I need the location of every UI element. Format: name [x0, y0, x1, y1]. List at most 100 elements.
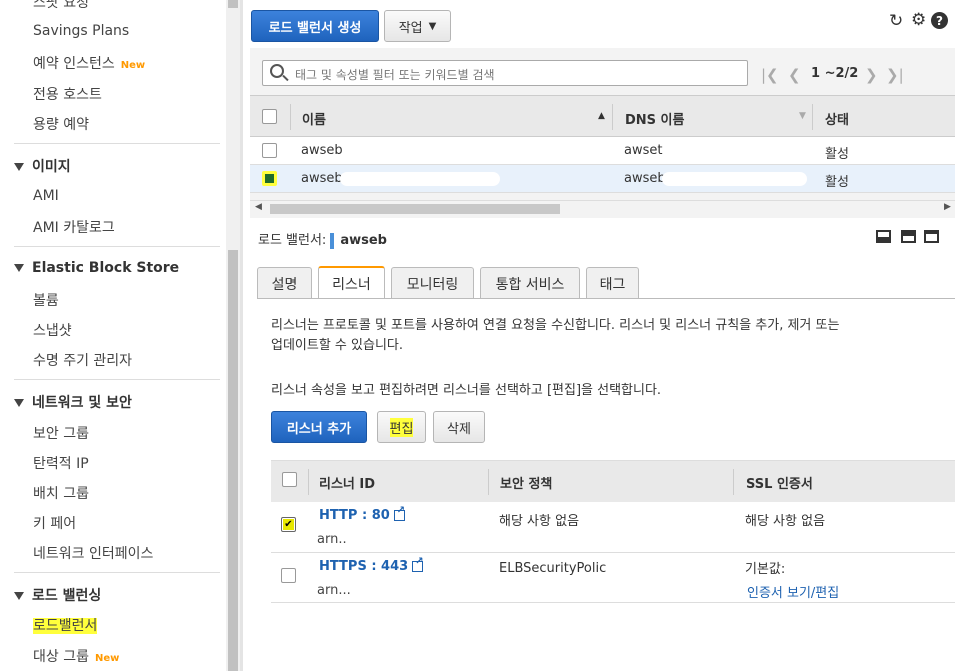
listener-id-link[interactable]: HTTP : 80 [319, 505, 405, 523]
detail-title: 로드 밸런서: awseb [258, 229, 387, 249]
sidebar-item-lifecycle-manager[interactable]: 수명 주기 관리자 [33, 350, 132, 370]
sort-icon[interactable]: ▼ [799, 111, 806, 121]
tab-tags[interactable]: 태그 [586, 267, 639, 299]
select-all-checkbox[interactable] [262, 109, 277, 124]
row-checkbox[interactable] [281, 568, 296, 583]
sidebar-item-key-pairs[interactable]: 키 페어 [33, 513, 76, 533]
sidebar-item-security-groups[interactable]: 보안 그룹 [33, 423, 89, 443]
actions-dropdown-button[interactable]: 작업 ▼ [384, 10, 451, 42]
column-divider [733, 469, 734, 495]
listener-id-link[interactable]: HTTPS : 443 [319, 556, 424, 574]
table-row[interactable]: ✔ HTTP : 80 arn.. 해당 사항 없음 해당 사항 없음 [271, 502, 955, 553]
first-page-icon[interactable]: |❮ [761, 66, 779, 84]
layout-split-icon[interactable] [901, 230, 916, 243]
new-badge: New [120, 60, 146, 71]
listener-id: HTTPS : 443 [319, 559, 409, 574]
section-label: 이미지 [32, 159, 71, 175]
ssl-certificate: 기본값: [745, 562, 786, 577]
sort-asc-icon[interactable]: ▲ [598, 111, 605, 121]
scrollbar-thumb[interactable] [270, 204, 560, 214]
prev-page-icon[interactable]: ❮ [788, 66, 801, 84]
sidebar-scrollbar-thumb[interactable] [228, 250, 238, 671]
scroll-right-icon[interactable]: ▶ [944, 202, 951, 212]
sidebar-section-load-balancing[interactable]: 로드 밸런싱 [14, 585, 101, 605]
row-checkbox[interactable] [262, 171, 277, 186]
listener-arn: arn... [317, 583, 351, 598]
row-checkbox[interactable] [262, 143, 277, 158]
lb-dns: awset [624, 143, 663, 158]
sidebar-item-load-balancers[interactable]: 로드밸런서 [33, 615, 98, 635]
refresh-icon[interactable]: ↻ [889, 11, 903, 31]
table-row[interactable]: awseb awset 활성 [250, 137, 955, 165]
column-header-dns[interactable]: DNS 이름 [625, 109, 684, 128]
horizontal-scrollbar[interactable]: ◀ ▶ [250, 200, 955, 216]
delete-button[interactable]: 삭제 [433, 411, 485, 443]
scrollbar-arrow[interactable] [228, 0, 238, 8]
ssl-certificate: 해당 사항 없음 [745, 514, 826, 529]
column-header-state[interactable]: 상태 [825, 109, 849, 128]
column-header-ssl-cert[interactable]: SSL 인증서 [746, 473, 813, 492]
tab-monitoring[interactable]: 모니터링 [391, 267, 474, 299]
row-checkbox[interactable]: ✔ [281, 517, 296, 532]
add-listener-button[interactable]: 리스너 추가 [271, 411, 367, 443]
sidebar-item-label: 예약 인스턴스 [33, 56, 115, 72]
sidebar-item-placement-groups[interactable]: 배치 그룹 [33, 483, 89, 503]
lb-state: 활성 [825, 147, 849, 162]
tab-integrated-services[interactable]: 통합 서비스 [480, 267, 580, 299]
sidebar-item-ami-catalog[interactable]: AMI 카탈로그 [33, 217, 115, 237]
lb-name: awseb [301, 143, 343, 158]
sidebar-item-ami[interactable]: AMI [33, 188, 59, 204]
sidebar-item-reserved-instances[interactable]: 예약 인스턴스 New [33, 53, 145, 73]
sidebar-item-spot-requests[interactable]: 스팟 요청 [33, 0, 89, 12]
column-divider [308, 469, 309, 495]
sidebar-item-target-groups[interactable]: 대상 그룹 New [33, 646, 119, 666]
listener-id: HTTP : 80 [319, 508, 390, 523]
tab-description[interactable]: 설명 [257, 267, 312, 299]
caret-down-icon [14, 163, 24, 171]
sidebar-item-elastic-ips[interactable]: 탄력적 IP [33, 453, 89, 473]
table-row[interactable]: HTTPS : 443 arn... ELBSecurityPolic 기본값:… [271, 553, 955, 603]
select-all-checkbox[interactable] [282, 472, 297, 487]
column-header-name[interactable]: 이름 [302, 109, 326, 128]
column-divider [612, 104, 613, 130]
tab-listeners[interactable]: 리스너 [318, 266, 385, 299]
help-icon[interactable]: ? [931, 12, 948, 29]
caret-down-icon [14, 592, 24, 600]
sidebar-item-label: 로드밸런서 [33, 618, 98, 634]
sidebar-section-network[interactable]: 네트워크 및 보안 [14, 392, 132, 412]
create-load-balancer-button[interactable]: 로드 밸런서 생성 [251, 10, 379, 42]
gear-icon[interactable]: ⚙ [911, 10, 926, 30]
lb-name: awseb [301, 171, 343, 186]
sidebar-item-volumes[interactable]: 볼륨 [33, 290, 59, 310]
next-page-icon[interactable]: ❯ [865, 66, 878, 84]
table-header: 이름 ▲ DNS 이름 ▼ 상태 [250, 95, 955, 137]
sidebar-item-network-interfaces[interactable]: 네트워크 인터페이스 [33, 543, 153, 563]
external-link-icon [412, 556, 424, 572]
section-label: 로드 밸런싱 [32, 588, 102, 604]
sidebar-item-dedicated-hosts[interactable]: 전용 호스트 [33, 84, 102, 104]
last-page-icon[interactable]: ❯| [886, 66, 904, 84]
lb-state: 활성 [825, 175, 849, 190]
column-header-security-policy[interactable]: 보안 정책 [500, 473, 552, 492]
main-content: 로드 밸런서 생성 작업 ▼ ↻ ⚙ ? 태그 및 속성별 필터 또는 키워드별… [243, 0, 955, 671]
caret-down-icon [14, 264, 24, 272]
layout-full-icon[interactable] [924, 230, 939, 243]
sidebar-section-images[interactable]: 이미지 [14, 156, 71, 176]
sidebar-item-capacity-reservations[interactable]: 용량 예약 [33, 114, 89, 134]
edit-button[interactable]: 편집 [377, 411, 426, 443]
column-divider [290, 104, 291, 130]
listeners-description-line: 리스너는 프로토콜 및 포트를 사용하여 연결 요청을 수신합니다. 리스너 및… [271, 318, 840, 333]
sidebar-item-savings-plans[interactable]: Savings Plans [33, 23, 129, 39]
detail-title-name: awseb [340, 233, 387, 248]
view-edit-certificate-link[interactable]: 인증서 보기/편집 [747, 582, 839, 601]
table-row[interactable]: awseb awseb 활성 [250, 165, 955, 193]
layout-bottom-icon[interactable] [876, 230, 891, 243]
search-input[interactable]: 태그 및 속성별 필터 또는 키워드별 검색 [262, 60, 748, 86]
sidebar-section-ebs[interactable]: Elastic Block Store [14, 260, 179, 276]
column-header-listener-id[interactable]: 리스너 ID [319, 473, 375, 492]
sidebar-divider [14, 572, 220, 573]
sidebar-divider [14, 379, 220, 380]
scroll-left-icon[interactable]: ◀ [255, 202, 262, 212]
section-label: 네트워크 및 보안 [32, 395, 132, 411]
sidebar-item-snapshots[interactable]: 스냅샷 [33, 320, 72, 340]
